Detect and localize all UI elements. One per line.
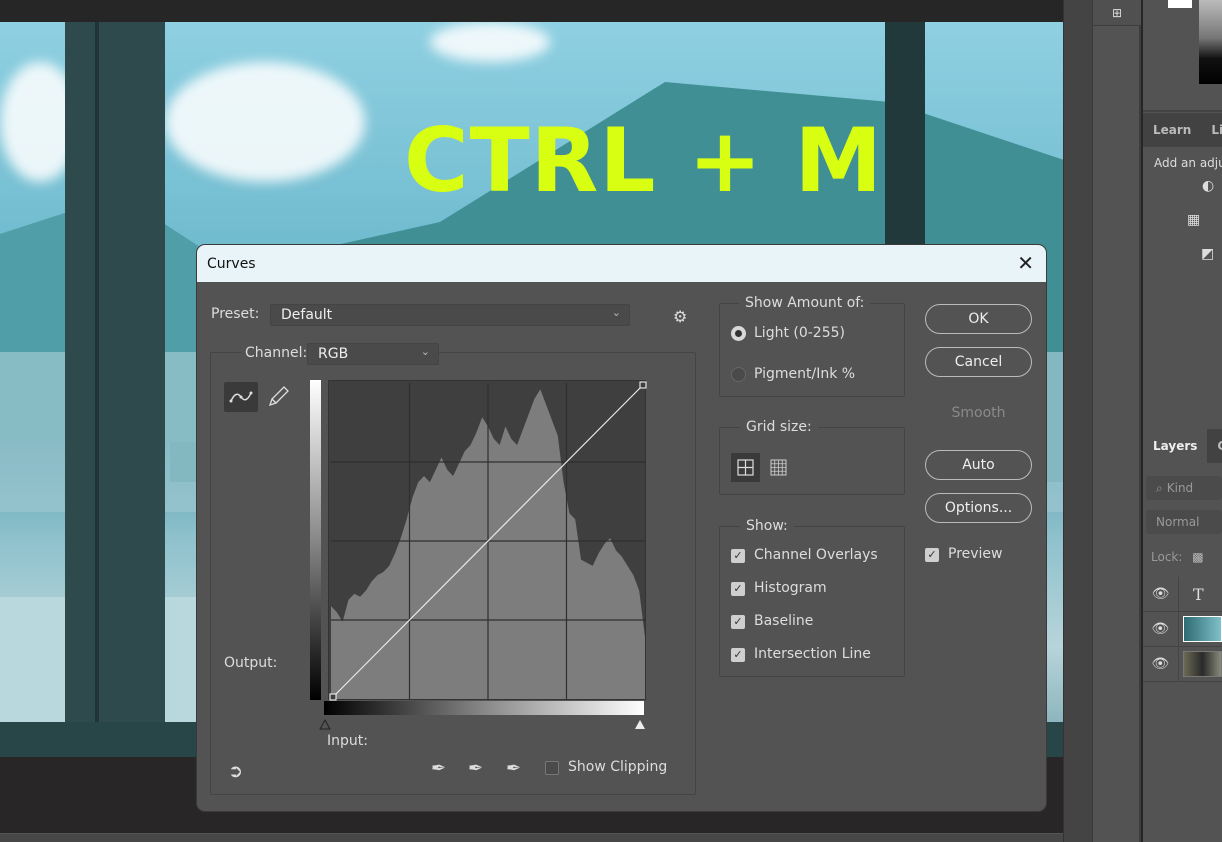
options-button[interactable]: Options... <box>925 493 1032 523</box>
layer-row[interactable]: 👁 <box>1143 647 1222 682</box>
preset-value: Default <box>281 307 333 323</box>
input-label: Input: <box>327 733 368 749</box>
light-radio[interactable] <box>731 326 746 341</box>
tab-libraries[interactable]: Li <box>1201 123 1222 137</box>
channel-dropdown[interactable]: RGB ⌄ <box>307 343 439 365</box>
tab-layers[interactable]: Layers <box>1143 429 1208 463</box>
output-gradient <box>310 380 321 700</box>
layer-thumbnail <box>1182 651 1222 677</box>
auto-button[interactable]: Auto <box>925 450 1032 480</box>
smooth-button[interactable]: Smooth <box>925 398 1032 428</box>
adjustments-hint: Add an adju <box>1154 156 1222 170</box>
ok-button[interactable]: OK <box>925 304 1032 334</box>
panel-icon-column <box>1093 0 1141 842</box>
preview-checkbox[interactable]: ✓ <box>925 548 939 562</box>
curve-point-tool[interactable] <box>224 382 258 412</box>
panel-divider[interactable] <box>1063 0 1093 842</box>
curve-svg[interactable] <box>329 381 647 701</box>
show-legend: Show: <box>740 518 794 534</box>
light-label: Light (0-255) <box>754 325 845 341</box>
histogram-checkbox[interactable]: ✓ <box>731 582 745 596</box>
pigment-radio[interactable] <box>731 367 746 382</box>
channel-overlays-checkbox[interactable]: ✓ <box>731 549 745 563</box>
pigment-label: Pigment/Ink % <box>754 366 856 382</box>
status-bar <box>0 833 1068 842</box>
gray-eyedropper-icon[interactable]: ✒ <box>468 758 483 779</box>
preset-label: Preset: <box>211 306 260 322</box>
levels-icon[interactable]: ▦ <box>1187 212 1200 228</box>
black-point-slider[interactable] <box>319 719 331 731</box>
eye-icon[interactable]: 👁 <box>1143 647 1179 681</box>
curves-icon[interactable]: ◩ <box>1201 246 1214 262</box>
show-clipping-label: Show Clipping <box>568 759 668 775</box>
histogram-label: Histogram <box>754 580 827 596</box>
show-amount-legend: Show Amount of: <box>739 295 871 311</box>
gear-icon[interactable]: ⚙ <box>673 307 687 326</box>
document-tab-bar <box>0 0 1068 22</box>
preset-dropdown[interactable]: Default ⌄ <box>270 304 630 326</box>
layer-row[interactable]: 👁 <box>1143 612 1222 647</box>
pencil-tool[interactable] <box>265 383 293 411</box>
curve-control-point[interactable] <box>639 381 647 389</box>
canvas-overlay-text: CTRL + M <box>404 109 884 212</box>
baseline-checkbox[interactable]: ✓ <box>731 615 745 629</box>
curve-control-point[interactable] <box>329 693 337 701</box>
tab-learn[interactable]: Learn <box>1143 123 1201 137</box>
detailed-grid-button[interactable] <box>764 453 793 482</box>
detailed-grid-icon <box>770 459 787 476</box>
pencil-icon <box>268 386 289 407</box>
learn-tabs: Learn Li <box>1143 113 1222 147</box>
simple-grid-button[interactable] <box>731 453 760 482</box>
lock-label: Lock: ▩ <box>1151 550 1204 564</box>
blend-mode-select[interactable]: Normal <box>1146 510 1222 534</box>
layer-thumbnail <box>1182 616 1222 642</box>
black-eyedropper-icon[interactable]: ✒ <box>431 758 446 779</box>
input-gradient <box>324 701 644 715</box>
channel-overlays-label: Channel Overlays <box>754 547 878 563</box>
foreground-swatch[interactable] <box>1168 0 1192 8</box>
layers-tabs: Layers C <box>1143 429 1222 463</box>
channel-label: Channel: <box>241 345 312 361</box>
brightness-icon[interactable]: ◐ <box>1202 178 1214 194</box>
filter-kind: Kind <box>1166 481 1194 495</box>
simple-grid-icon <box>737 459 754 476</box>
eye-icon[interactable]: 👁 <box>1143 577 1179 611</box>
on-image-adjust-icon[interactable]: ➲ <box>228 761 243 782</box>
curve-graph[interactable] <box>328 380 647 701</box>
layer-row[interactable]: 👁 T <box>1143 577 1222 612</box>
dialog-titlebar[interactable]: Curves ✕ <box>197 245 1046 282</box>
dialog-title: Curves <box>207 255 256 272</box>
chevron-down-icon: ⌄ <box>611 306 621 319</box>
baseline-label: Baseline <box>754 613 814 629</box>
white-point-slider[interactable] <box>634 719 646 731</box>
layer-filter-input[interactable]: ⌕ Kind <box>1146 476 1222 500</box>
cancel-button[interactable]: Cancel <box>925 347 1032 377</box>
search-icon: ⌕ <box>1156 480 1163 495</box>
chevron-down-icon: ⌄ <box>420 345 430 358</box>
eye-icon[interactable]: 👁 <box>1143 612 1179 646</box>
channel-value: RGB <box>318 346 349 362</box>
grid-size-legend: Grid size: <box>740 419 818 435</box>
lock-transparency-icon[interactable]: ▩ <box>1192 550 1203 564</box>
white-eyedropper-icon[interactable]: ✒ <box>506 758 521 779</box>
text-layer-icon: T <box>1193 584 1204 604</box>
color-field[interactable] <box>1199 0 1222 84</box>
close-icon[interactable]: ✕ <box>1017 251 1034 275</box>
intersection-line-checkbox[interactable]: ✓ <box>731 648 745 662</box>
show-clipping-checkbox[interactable] <box>545 761 559 775</box>
properties-icon[interactable]: ⊞ <box>1093 0 1141 26</box>
curve-tool-icon <box>229 391 253 403</box>
output-label: Output: <box>224 655 278 671</box>
show-amount-group <box>719 303 905 397</box>
tab-channels[interactable]: C <box>1207 439 1222 453</box>
intersection-line-label: Intersection Line <box>754 646 871 662</box>
curves-dialog: Curves ✕ Preset: Default ⌄ ⚙ Channel: RG… <box>197 245 1046 811</box>
preview-label: Preview <box>948 546 1003 562</box>
